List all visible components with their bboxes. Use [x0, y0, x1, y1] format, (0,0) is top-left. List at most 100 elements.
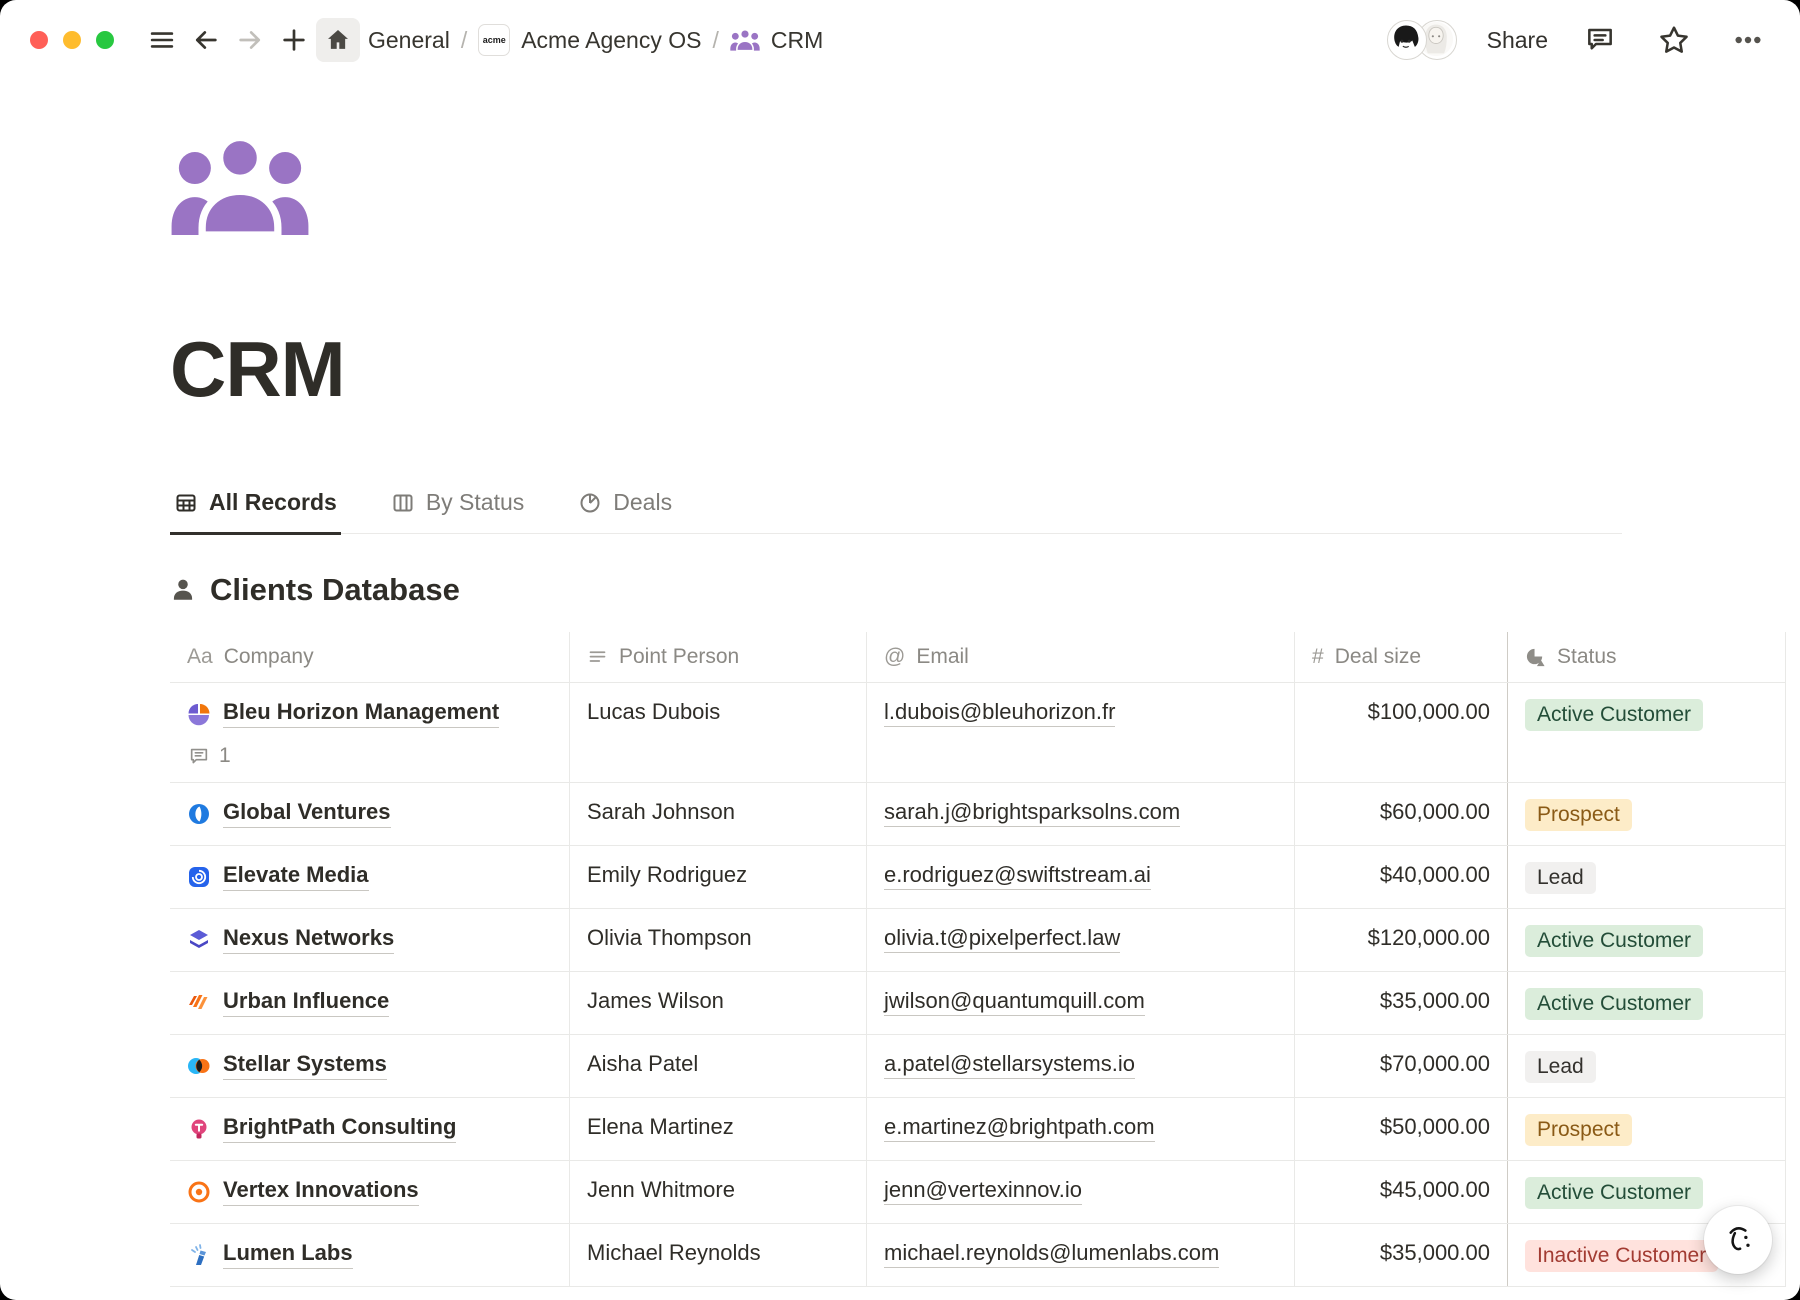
comments-icon[interactable]	[1578, 18, 1622, 62]
status-cell[interactable]: Active Customer	[1508, 909, 1786, 971]
company-name-link[interactable]: Urban Influence	[223, 988, 389, 1017]
breadcrumb-workspace[interactable]: Acme Agency OS	[521, 27, 701, 54]
database-title[interactable]: Clients Database	[210, 572, 460, 608]
table-row[interactable]: BrightPath Consulting Elena Martinez e.m…	[170, 1098, 1786, 1161]
column-header-status[interactable]: Status	[1508, 632, 1786, 682]
email-cell[interactable]: e.martinez@brightpath.com	[867, 1098, 1295, 1160]
table-row[interactable]: Urban Influence James Wilson jwilson@qua…	[170, 972, 1786, 1035]
deal-size-cell[interactable]: $45,000.00	[1295, 1161, 1508, 1223]
company-cell[interactable]: Elevate Media	[170, 846, 570, 908]
company-cell[interactable]: BrightPath Consulting	[170, 1098, 570, 1160]
table-row[interactable]: Vertex Innovations Jenn Whitmore jenn@ve…	[170, 1161, 1786, 1224]
email-cell[interactable]: l.dubois@bleuhorizon.fr	[867, 683, 1295, 782]
company-cell[interactable]: Global Ventures	[170, 783, 570, 845]
email-link[interactable]: e.martinez@brightpath.com	[884, 1114, 1155, 1142]
point-person-cell[interactable]: Jenn Whitmore	[570, 1161, 867, 1223]
collaborator-avatars[interactable]	[1387, 20, 1457, 60]
column-header-deal-size[interactable]: # Deal size	[1295, 632, 1508, 682]
point-person-cell[interactable]: Olivia Thompson	[570, 909, 867, 971]
email-cell[interactable]: olivia.t@pixelperfect.law	[867, 909, 1295, 971]
company-cell[interactable]: Urban Influence	[170, 972, 570, 1034]
table-row[interactable]: Nexus Networks Olivia Thompson olivia.t@…	[170, 909, 1786, 972]
email-cell[interactable]: sarah.j@brightsparksolns.com	[867, 783, 1295, 845]
new-tab-icon[interactable]	[272, 18, 316, 62]
forward-icon[interactable]	[228, 18, 272, 62]
status-cell[interactable]: Lead	[1508, 846, 1786, 908]
close-window-button[interactable]	[30, 31, 48, 49]
point-person-cell[interactable]: Lucas Dubois	[570, 683, 867, 782]
page-people-icon[interactable]	[170, 136, 310, 240]
table-row[interactable]: Stellar Systems Aisha Patel a.patel@stel…	[170, 1035, 1786, 1098]
point-person-cell[interactable]: Aisha Patel	[570, 1035, 867, 1097]
back-icon[interactable]	[184, 18, 228, 62]
point-person-cell[interactable]: Sarah Johnson	[570, 783, 867, 845]
status-cell[interactable]: Active Customer	[1508, 683, 1786, 782]
table-row[interactable]: Global Ventures Sarah Johnson sarah.j@br…	[170, 783, 1786, 846]
deal-size-cell[interactable]: $70,000.00	[1295, 1035, 1508, 1097]
email-link[interactable]: olivia.t@pixelperfect.law	[884, 925, 1120, 953]
column-header-point-person[interactable]: Point Person	[570, 632, 867, 682]
deal-size-cell[interactable]: $35,000.00	[1295, 972, 1508, 1034]
company-name-link[interactable]: Lumen Labs	[223, 1240, 353, 1269]
status-cell[interactable]: Lead	[1508, 1035, 1786, 1097]
email-link[interactable]: sarah.j@brightsparksolns.com	[884, 799, 1180, 827]
point-person-cell[interactable]: Emily Rodriguez	[570, 846, 867, 908]
point-person-cell[interactable]: Michael Reynolds	[570, 1224, 867, 1286]
company-cell[interactable]: Nexus Networks	[170, 909, 570, 971]
company-name-link[interactable]: Bleu Horizon Management	[223, 699, 499, 728]
favorite-star-icon[interactable]	[1652, 18, 1696, 62]
tab-by-status[interactable]: By Status	[387, 481, 528, 535]
email-cell[interactable]: e.rodriguez@swiftstream.ai	[867, 846, 1295, 908]
comment-count[interactable]: 1	[187, 744, 552, 768]
company-cell[interactable]: Bleu Horizon Management 1	[170, 683, 570, 782]
column-header-company[interactable]: Aa Company	[170, 632, 570, 682]
notion-ai-face-button[interactable]	[1704, 1206, 1772, 1274]
email-cell[interactable]: jenn@vertexinnov.io	[867, 1161, 1295, 1223]
status-cell[interactable]: Prospect	[1508, 1098, 1786, 1160]
company-name-link[interactable]: Vertex Innovations	[223, 1177, 419, 1206]
deal-size-cell[interactable]: $120,000.00	[1295, 909, 1508, 971]
tab-deals[interactable]: Deals	[574, 481, 676, 535]
minimize-window-button[interactable]	[63, 31, 81, 49]
company-cell[interactable]: Lumen Labs	[170, 1224, 570, 1286]
email-link[interactable]: jwilson@quantumquill.com	[884, 988, 1145, 1016]
company-cell[interactable]: Vertex Innovations	[170, 1161, 570, 1223]
point-person-value: James Wilson	[587, 988, 724, 1013]
workspace-logo-icon[interactable]: acme	[478, 24, 510, 56]
company-name-link[interactable]: Nexus Networks	[223, 925, 394, 954]
email-cell[interactable]: michael.reynolds@lumenlabs.com	[867, 1224, 1295, 1286]
email-cell[interactable]: jwilson@quantumquill.com	[867, 972, 1295, 1034]
deal-size-cell[interactable]: $100,000.00	[1295, 683, 1508, 782]
email-link[interactable]: l.dubois@bleuhorizon.fr	[884, 699, 1115, 727]
status-cell[interactable]: Active Customer	[1508, 972, 1786, 1034]
email-link[interactable]: a.patel@stellarsystems.io	[884, 1051, 1135, 1079]
company-name-link[interactable]: BrightPath Consulting	[223, 1114, 456, 1143]
table-row[interactable]: Bleu Horizon Management 1 Lucas Dubois l…	[170, 683, 1786, 783]
point-person-cell[interactable]: James Wilson	[570, 972, 867, 1034]
zoom-window-button[interactable]	[96, 31, 114, 49]
email-cell[interactable]: a.patel@stellarsystems.io	[867, 1035, 1295, 1097]
email-link[interactable]: jenn@vertexinnov.io	[884, 1177, 1082, 1205]
company-cell[interactable]: Stellar Systems	[170, 1035, 570, 1097]
column-header-email[interactable]: @ Email	[867, 632, 1295, 682]
deal-size-cell[interactable]: $60,000.00	[1295, 783, 1508, 845]
email-link[interactable]: michael.reynolds@lumenlabs.com	[884, 1240, 1219, 1268]
menu-icon[interactable]	[140, 18, 184, 62]
deal-size-cell[interactable]: $40,000.00	[1295, 846, 1508, 908]
share-button[interactable]: Share	[1487, 27, 1548, 54]
email-link[interactable]: e.rodriguez@swiftstream.ai	[884, 862, 1151, 890]
breadcrumb-root[interactable]: General	[368, 27, 450, 54]
company-name-link[interactable]: Stellar Systems	[223, 1051, 387, 1080]
company-name-link[interactable]: Elevate Media	[223, 862, 369, 891]
home-icon[interactable]	[316, 18, 360, 62]
status-cell[interactable]: Prospect	[1508, 783, 1786, 845]
company-name-link[interactable]: Global Ventures	[223, 799, 391, 828]
deal-size-cell[interactable]: $35,000.00	[1295, 1224, 1508, 1286]
more-options-icon[interactable]	[1726, 18, 1770, 62]
breadcrumb-page[interactable]: CRM	[771, 27, 823, 54]
point-person-cell[interactable]: Elena Martinez	[570, 1098, 867, 1160]
table-row[interactable]: Lumen Labs Michael Reynolds michael.reyn…	[170, 1224, 1786, 1287]
deal-size-cell[interactable]: $50,000.00	[1295, 1098, 1508, 1160]
tab-all-records[interactable]: All Records	[170, 481, 341, 535]
table-row[interactable]: Elevate Media Emily Rodriguez e.rodrigue…	[170, 846, 1786, 909]
